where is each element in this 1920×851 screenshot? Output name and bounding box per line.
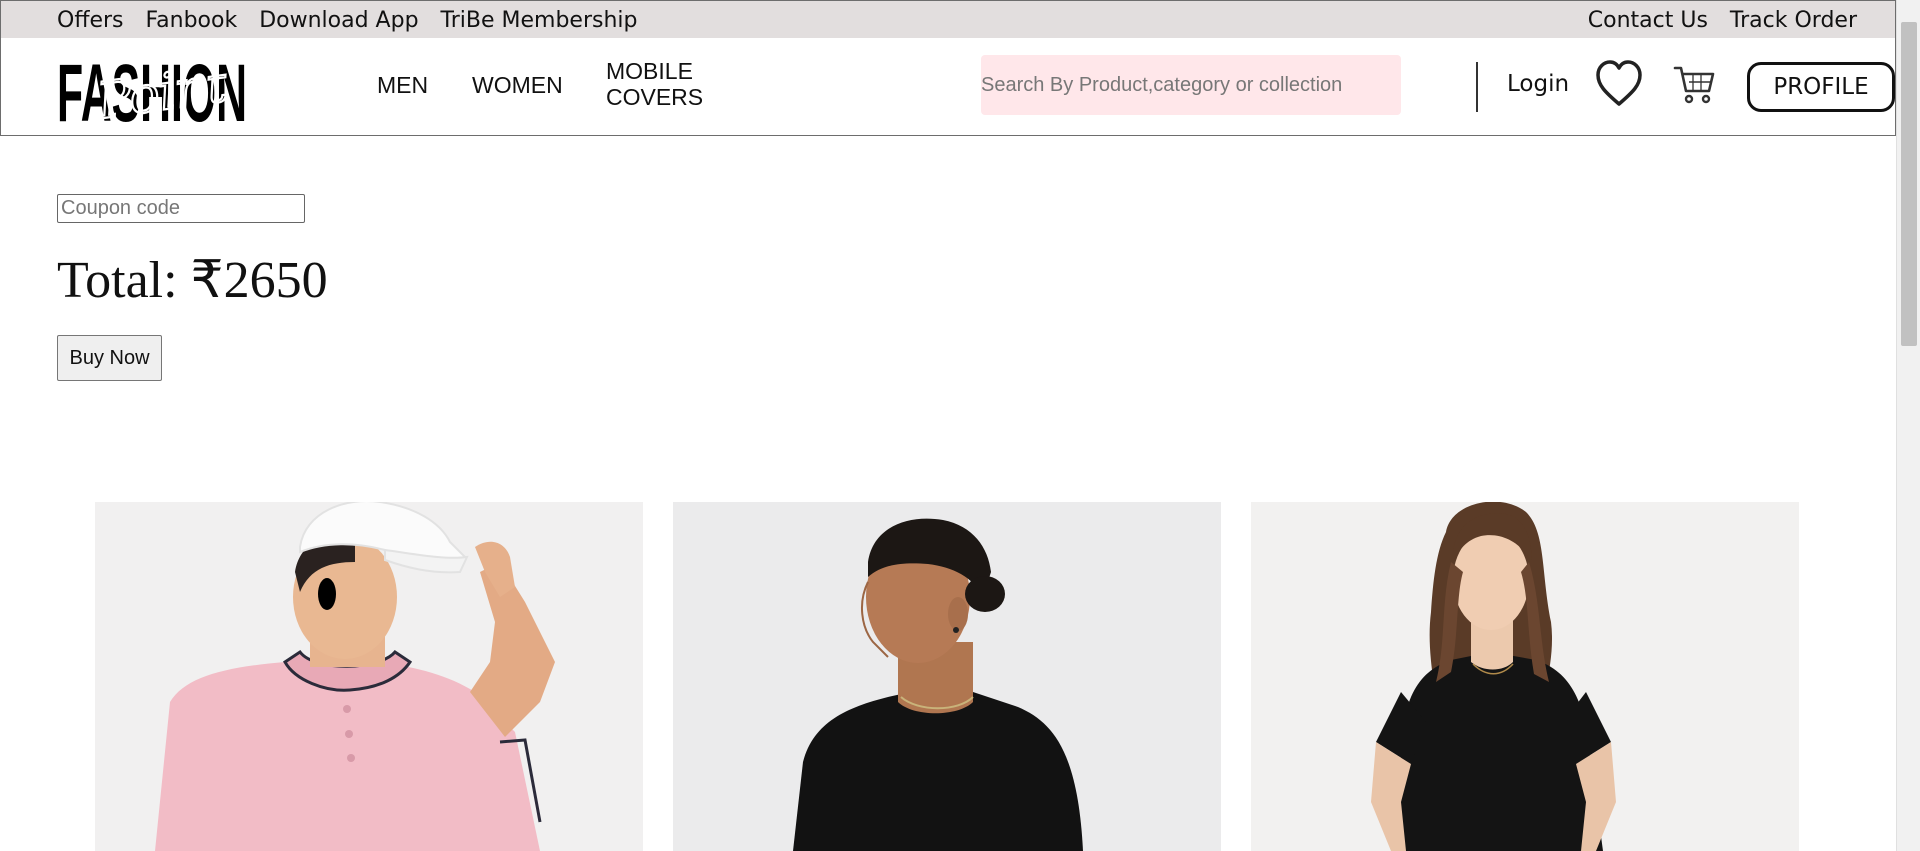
fanbook-link[interactable]: Fanbook [146, 8, 238, 33]
nav-men[interactable]: MEN [377, 72, 428, 98]
nav-women[interactable]: WOMEN [472, 72, 563, 98]
main-navbar: FASHION Point MEN WOMEN MOBILE COVERS Lo… [0, 38, 1896, 136]
product-image-black-tee-man [673, 502, 1221, 851]
order-total: Total: ₹2650 [57, 252, 328, 309]
product-card[interactable] [95, 502, 643, 851]
download-app-link[interactable]: Download App [259, 8, 418, 33]
login-link[interactable]: Login [1507, 71, 1569, 97]
contact-us-link[interactable]: Contact Us [1588, 8, 1708, 33]
page-scrollbar[interactable] [1896, 0, 1920, 851]
nav-mobile-covers[interactable]: MOBILE COVERS [606, 58, 716, 110]
top-left-links: Offers Fanbook Download App TriBe Member… [57, 1, 638, 40]
buy-now-button[interactable]: Buy Now [57, 335, 162, 381]
profile-button[interactable]: PROFILE [1747, 62, 1895, 112]
heart-icon[interactable] [1595, 58, 1643, 110]
product-image-black-tee-dress-woman [1251, 502, 1799, 851]
product-card[interactable] [1251, 502, 1799, 851]
tribe-membership-link[interactable]: TriBe Membership [441, 8, 638, 33]
scrollbar-thumb[interactable] [1901, 22, 1917, 346]
fashion-point-logo-image: FASHION Point [57, 51, 247, 125]
coupon-code-input[interactable] [57, 194, 305, 223]
product-image-pink-polo [95, 502, 643, 851]
product-card[interactable] [673, 502, 1221, 851]
header-divider [1476, 62, 1478, 112]
brand-logo[interactable]: FASHION Point [57, 51, 247, 125]
search-input[interactable] [981, 55, 1401, 115]
top-utility-bar: Offers Fanbook Download App TriBe Member… [0, 0, 1896, 39]
track-order-link[interactable]: Track Order [1730, 8, 1857, 33]
offers-link[interactable]: Offers [57, 8, 124, 33]
cart-icon[interactable] [1673, 62, 1717, 106]
top-right-links: Contact Us Track Order [1588, 1, 1857, 40]
